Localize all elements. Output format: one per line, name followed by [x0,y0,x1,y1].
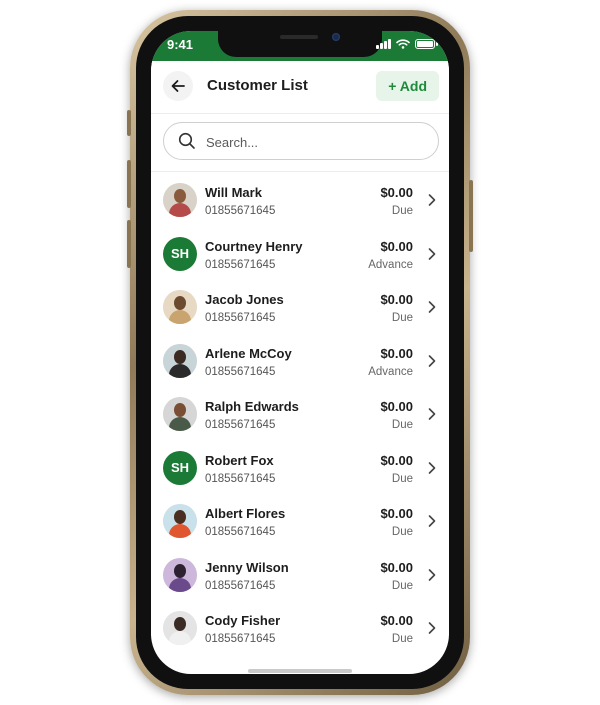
battery-icon [415,39,438,49]
customer-amount: $0.00 [380,345,413,361]
customer-name: Jenny Wilson [205,559,289,575]
wifi-icon [396,39,410,49]
customer-amount: $0.00 [380,506,413,521]
customer-list: Will Mark 01855671645 $0.00 Due SH Court… [151,173,449,655]
customer-amount: $0.00 [380,559,413,575]
silent-switch [127,110,131,136]
cellular-signal-icon [376,39,391,49]
customer-name: Albert Flores [205,506,286,521]
power-button [469,180,473,252]
chevron-right-icon [428,194,436,206]
back-button[interactable] [163,71,193,101]
notch [218,31,382,57]
chevron-right-icon [428,461,436,474]
customer-phone: 01855671645 [205,472,276,485]
home-indicator [248,669,352,673]
customer-amount: $0.00 [380,185,413,200]
status-icons [376,39,438,49]
customer-phone: 01855671645 [205,258,276,271]
customer-row[interactable]: Jenny Wilson 01855671645 $0.00 Due [151,548,449,602]
customer-phone: 01855671645 [205,633,276,645]
arrow-left-icon [171,80,185,92]
customer-avatar [163,183,197,217]
customer-name: Robert Fox [205,452,274,468]
customer-status: Advance [368,258,413,271]
customer-name: Cody Fisher [205,613,281,628]
customer-status: Due [391,205,413,217]
customer-avatar [163,397,197,431]
app-header: Customer List + Add [151,61,449,114]
customer-status: Advance [368,365,413,378]
customer-row[interactable]: SH Robert Fox 01855671645 $0.00 Due [151,441,449,495]
customer-status: Due [391,526,413,538]
chevron-right-icon [428,247,436,260]
customer-row[interactable]: Ralph Edwards 01855671645 $0.00 Due [151,387,449,441]
customer-amount: $0.00 [380,452,413,468]
customer-phone: 01855671645 [205,419,276,431]
status-bar: 9:41 [151,31,449,61]
customer-name: Ralph Edwards [205,399,299,414]
status-time: 9:41 [167,37,194,52]
customer-amount: $0.00 [380,238,413,254]
customer-amount: $0.00 [380,292,413,307]
customer-name: Courtney Henry [205,238,303,254]
customer-phone: 01855671645 [205,579,276,592]
chevron-right-icon [428,408,436,420]
customer-avatar [163,557,197,592]
customer-status: Due [391,312,413,324]
customer-avatar [163,343,197,378]
customer-row[interactable]: Will Mark 01855671645 $0.00 Due [151,173,449,227]
page-title: Customer List [207,77,308,94]
customer-row[interactable]: Cody Fisher 01855671645 $0.00 Due [151,601,449,655]
customer-row[interactable]: Jacob Jones 01855671645 $0.00 Due [151,280,449,334]
customer-status: Due [391,419,413,431]
customer-status: Due [391,633,413,645]
customer-avatar [163,611,197,645]
list-divider [151,171,449,172]
customer-amount: $0.00 [380,613,413,628]
volume-up-button [127,160,131,208]
phone-screen: 9:41 Customer List + Add Search... Will … [151,31,449,674]
customer-row[interactable]: SH Courtney Henry 01855671645 $0.00 Adva… [151,227,449,281]
customer-row[interactable]: Albert Flores 01855671645 $0.00 Due [151,494,449,548]
customer-row[interactable]: Arlene McCoy 01855671645 $0.00 Advance [151,334,449,388]
customer-phone: 01855671645 [205,312,276,324]
customer-phone: 01855671645 [205,205,276,217]
customer-avatar [163,290,197,324]
customer-avatar-initials: SH [163,450,197,485]
customer-amount: $0.00 [380,399,413,414]
search-bar[interactable] [163,122,439,160]
chevron-right-icon [428,354,436,367]
chevron-right-icon [428,515,436,527]
customer-name: Jacob Jones [205,292,284,307]
front-camera [332,33,340,41]
speaker-grille [280,35,318,39]
customer-name: Will Mark [205,185,262,200]
search-icon [178,132,195,149]
customer-phone: 01855671645 [205,526,276,538]
customer-phone: 01855671645 [205,365,276,378]
customer-name: Arlene McCoy [205,345,292,361]
chevron-right-icon [428,622,436,634]
customer-avatar [163,504,197,538]
add-customer-button[interactable]: + Add [376,71,439,101]
customer-status: Due [391,472,413,485]
chevron-right-icon [428,568,436,581]
customer-avatar-initials: SH [163,236,197,271]
customer-status: Due [391,579,413,592]
chevron-right-icon [428,301,436,313]
search-input[interactable] [204,131,428,153]
volume-down-button [127,220,131,268]
